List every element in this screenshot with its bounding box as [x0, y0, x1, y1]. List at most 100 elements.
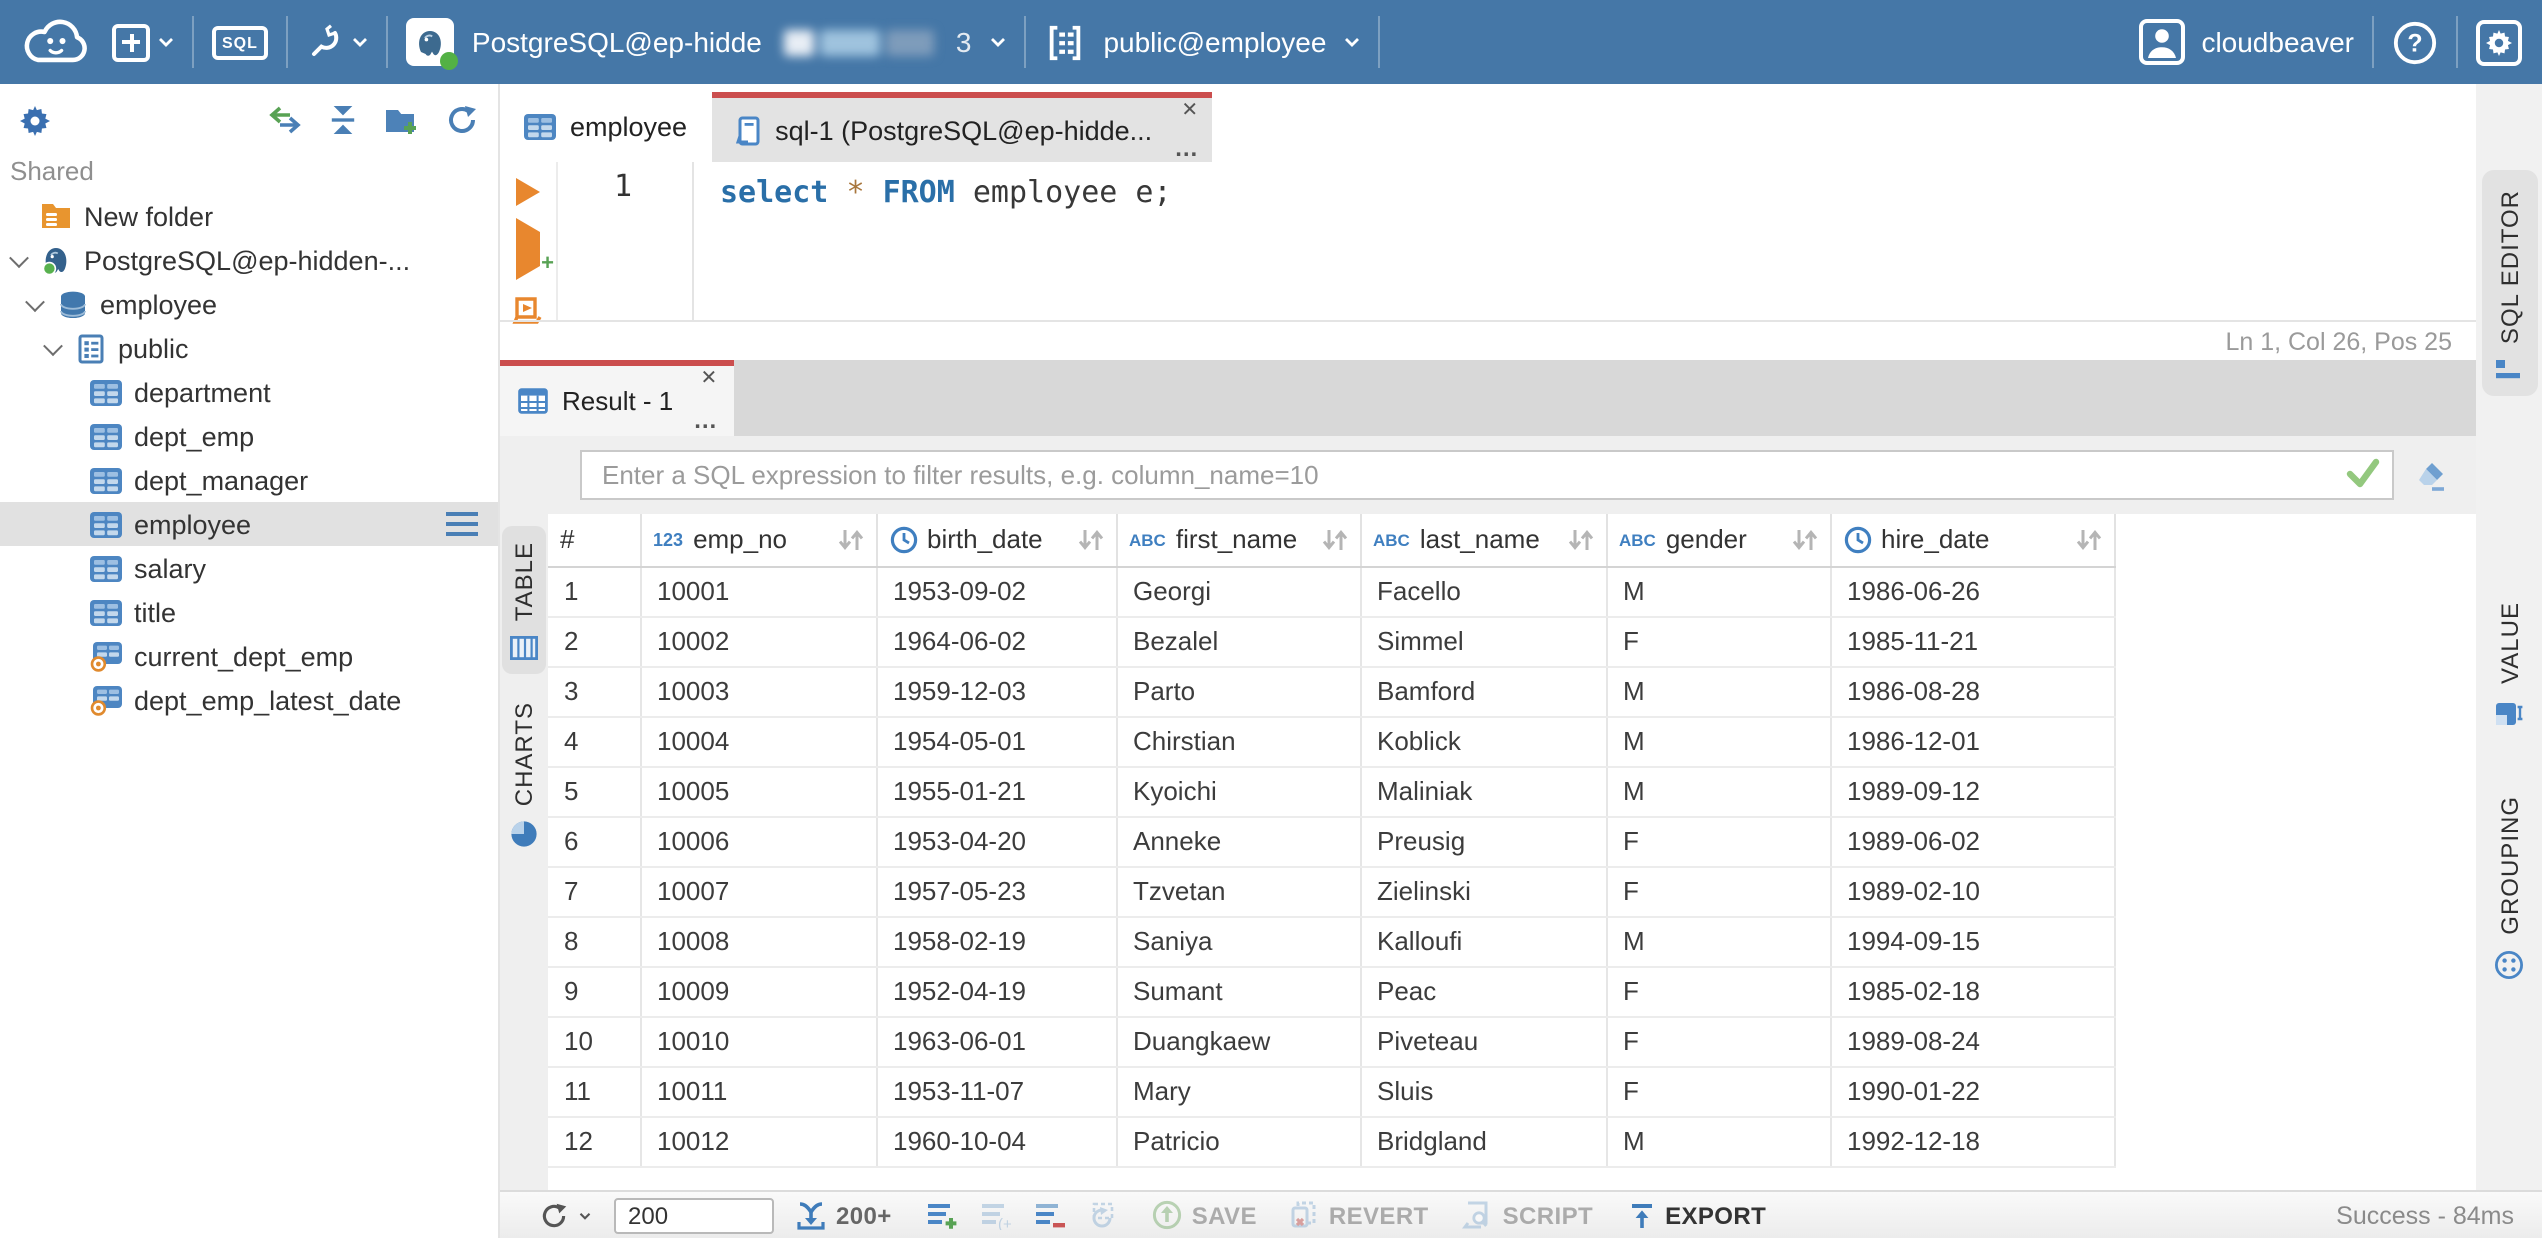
new-sql-editor-button[interactable]: SQL — [212, 25, 268, 59]
data-cell[interactable]: Kyoichi — [1116, 766, 1361, 817]
refresh-tree-icon[interactable] — [446, 104, 478, 136]
data-cell[interactable]: Piveteau — [1360, 1016, 1607, 1067]
editor-tab-employee[interactable]: employee — [500, 92, 711, 162]
data-cell[interactable]: Bamford — [1360, 666, 1607, 717]
data-cell[interactable]: 10006 — [640, 816, 877, 867]
data-cell[interactable]: Simmel — [1360, 616, 1607, 667]
sort-icon[interactable] — [1321, 528, 1347, 552]
data-cell[interactable]: 1960-10-04 — [876, 1116, 1117, 1167]
data-cell[interactable]: Saniya — [1116, 916, 1361, 967]
data-cell[interactable]: Chirstian — [1116, 716, 1361, 767]
tab-menu-icon[interactable]: … — [1174, 134, 1198, 162]
tab-value-panel[interactable]: VALUE — [2481, 582, 2537, 744]
row-number-cell[interactable]: 3 — [548, 666, 641, 717]
data-cell[interactable]: M — [1606, 1116, 1831, 1167]
chevron-down-icon[interactable] — [25, 291, 45, 312]
tab-table-view[interactable]: TABLE — [502, 526, 546, 674]
data-cell[interactable]: 10011 — [640, 1066, 877, 1117]
revert-button[interactable]: REVERT — [1291, 1200, 1429, 1230]
row-limit-input[interactable] — [614, 1197, 774, 1233]
data-cell[interactable]: 10008 — [640, 916, 877, 967]
export-button[interactable]: EXPORT — [1627, 1201, 1766, 1229]
data-cell[interactable]: Sluis — [1360, 1066, 1607, 1117]
sort-icon[interactable] — [1791, 528, 1817, 552]
data-cell[interactable]: F — [1606, 866, 1831, 917]
data-cell[interactable]: 10009 — [640, 966, 877, 1017]
data-cell[interactable]: 1985-02-18 — [1830, 966, 2115, 1017]
data-cell[interactable]: 10001 — [640, 566, 877, 617]
data-cell[interactable]: Bridgland — [1360, 1116, 1607, 1167]
help-button[interactable]: ? — [2392, 19, 2438, 65]
duplicate-row-button[interactable]: (+) — [980, 1201, 1012, 1229]
sidebar-settings-gear-icon[interactable] — [20, 105, 50, 135]
add-row-button[interactable] — [926, 1201, 958, 1229]
apply-filter-check-icon[interactable] — [2346, 458, 2380, 498]
tree-item-public[interactable]: public — [0, 326, 498, 370]
clear-filter-eraser-icon[interactable] — [2412, 459, 2448, 491]
data-cell[interactable]: Patricio — [1116, 1116, 1361, 1167]
data-cell[interactable]: Duangkaew — [1116, 1016, 1361, 1067]
data-cell[interactable]: M — [1606, 566, 1831, 617]
data-cell[interactable]: M — [1606, 666, 1831, 717]
sort-icon[interactable] — [1567, 528, 1593, 552]
connection-selector[interactable]: PostgreSQL@ep-hidde 3 — [405, 18, 1006, 70]
row-number-cell[interactable]: 8 — [548, 916, 641, 967]
data-cell[interactable]: 1986-06-26 — [1830, 566, 2115, 617]
collapse-all-icon[interactable] — [328, 106, 358, 134]
data-cell[interactable]: Anneke — [1116, 816, 1361, 867]
new-folder-icon[interactable] — [384, 105, 420, 135]
data-cell[interactable]: 1953-11-07 — [876, 1066, 1117, 1117]
data-cell[interactable]: Maliniak — [1360, 766, 1607, 817]
row-number-cell[interactable]: 1 — [548, 566, 641, 617]
data-cell[interactable]: 1953-04-20 — [876, 816, 1117, 867]
schema-selector[interactable]: public@employee — [1043, 21, 1360, 63]
row-number-cell[interactable]: 10 — [548, 1016, 641, 1067]
column-header-emp_no[interactable]: 123 emp_no — [640, 514, 877, 567]
data-cell[interactable]: 10004 — [640, 716, 877, 767]
data-cell[interactable]: Facello — [1360, 566, 1607, 617]
data-cell[interactable]: M — [1606, 716, 1831, 767]
driver-tools-button[interactable] — [306, 23, 368, 61]
data-cell[interactable]: Georgi — [1116, 566, 1361, 617]
data-cell[interactable]: 1964-06-02 — [876, 616, 1117, 667]
close-icon[interactable]: ✕ — [1181, 100, 1198, 122]
row-number-cell[interactable]: 11 — [548, 1066, 641, 1117]
column-header-birth_date[interactable]: birth_date — [876, 514, 1117, 567]
save-button[interactable]: SAVE — [1152, 1200, 1257, 1230]
data-cell[interactable]: F — [1606, 816, 1831, 867]
refresh-results-button[interactable] — [540, 1201, 592, 1229]
column-header-hire_date[interactable]: hire_date — [1830, 514, 2115, 567]
tree-item-postgresql-ep-hidden-[interactable]: PostgreSQL@ep-hidden-... — [0, 238, 498, 282]
delete-row-button[interactable] — [1034, 1201, 1066, 1229]
data-cell[interactable]: 1952-04-19 — [876, 966, 1117, 1017]
filter-input[interactable] — [580, 450, 2394, 500]
data-cell[interactable]: 1989-02-10 — [1830, 866, 2115, 917]
refresh-document-button[interactable] — [1088, 1201, 1118, 1229]
tree-item-title[interactable]: title — [0, 590, 498, 634]
tree-item-dept-emp-latest-date[interactable]: dept_emp_latest_date — [0, 678, 498, 722]
data-cell[interactable]: 10010 — [640, 1016, 877, 1067]
tab-sql-editor-panel[interactable]: SQL EDITOR — [2481, 170, 2537, 397]
sort-icon[interactable] — [837, 528, 863, 552]
column-header-last_name[interactable]: ABC last_name — [1360, 514, 1607, 567]
tree-item-new-folder[interactable]: New folder — [0, 194, 498, 238]
data-cell[interactable]: 10005 — [640, 766, 877, 817]
data-cell[interactable]: 1955-01-21 — [876, 766, 1117, 817]
data-cell[interactable]: 1954-05-01 — [876, 716, 1117, 767]
data-cell[interactable]: F — [1606, 616, 1831, 667]
column-header-gender[interactable]: ABC gender — [1606, 514, 1831, 567]
close-icon[interactable]: ✕ — [701, 368, 718, 390]
data-cell[interactable]: Kalloufi — [1360, 916, 1607, 967]
data-cell[interactable]: F — [1606, 966, 1831, 1017]
data-cell[interactable]: 10007 — [640, 866, 877, 917]
data-cell[interactable]: 1994-09-15 — [1830, 916, 2115, 967]
data-cell[interactable]: Preusig — [1360, 816, 1607, 867]
data-cell[interactable]: 1953-09-02 — [876, 566, 1117, 617]
data-cell[interactable]: 1957-05-23 — [876, 866, 1117, 917]
data-cell[interactable]: 1989-09-12 — [1830, 766, 2115, 817]
chevron-down-icon[interactable] — [9, 247, 29, 268]
tree-item-employee[interactable]: employee — [0, 282, 498, 326]
row-number-header[interactable]: # — [548, 514, 641, 567]
tree-item-dept-manager[interactable]: dept_manager — [0, 458, 498, 502]
data-cell[interactable]: M — [1606, 916, 1831, 967]
